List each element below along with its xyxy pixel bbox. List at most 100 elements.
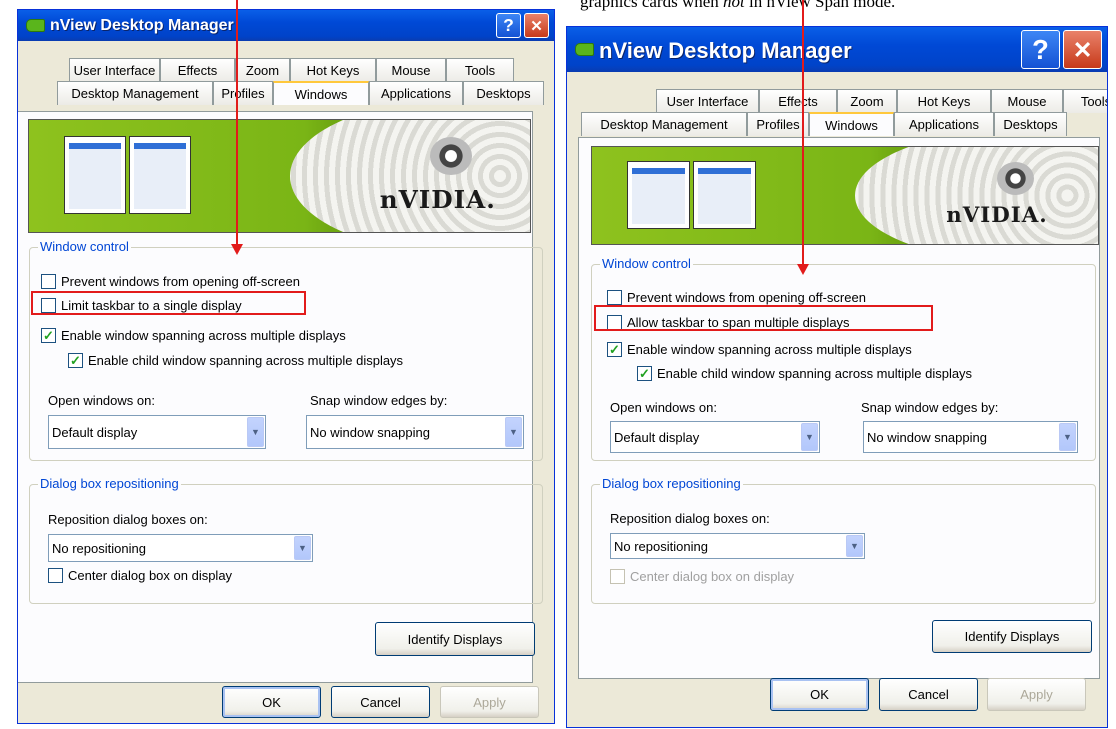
ok-button[interactable]: OK <box>222 686 321 718</box>
tab-zoom[interactable]: Zoom <box>235 58 290 82</box>
desktop-thumbnail-icon <box>693 160 756 229</box>
open-windows-on-select[interactable]: Default display ▼ <box>48 415 266 449</box>
chevron-down-icon[interactable]: ▼ <box>846 535 863 557</box>
tab-mouse[interactable]: Mouse <box>376 58 446 82</box>
swirl-graphic <box>289 120 530 232</box>
identify-displays-button[interactable]: Identify Displays <box>932 620 1092 653</box>
tab-hot-keys[interactable]: Hot Keys <box>897 89 991 113</box>
window-title: nView Desktop Manager <box>50 16 234 34</box>
snap-window-edges-select-value: No window snapping <box>310 424 430 440</box>
tab-effects[interactable]: Effects <box>160 58 235 82</box>
tab-tools[interactable]: Tools <box>1063 89 1107 113</box>
apply-button: Apply <box>987 678 1086 711</box>
swirl-graphic <box>855 147 1098 244</box>
tab-desktops[interactable]: Desktops <box>463 81 544 105</box>
tab-desktops[interactable]: Desktops <box>994 112 1067 136</box>
tab-applications[interactable]: Applications <box>894 112 994 136</box>
center-dialog-checkbox[interactable]: Center dialog box on display <box>48 568 232 583</box>
tab-row: User Interface Effects Zoom Hot Keys Mouse To… <box>656 89 1107 113</box>
tab-windows[interactable]: Windows <box>809 112 894 136</box>
checkbox-icon[interactable] <box>48 568 63 583</box>
tab-effects[interactable]: Effects <box>759 89 837 113</box>
snap-window-edges-label: Snap window edges by: <box>310 393 448 408</box>
right-annotation-arrow <box>797 264 809 275</box>
prevent-offscreen-checkbox[interactable]: Prevent windows from opening off-screen <box>41 274 300 289</box>
tab-row: Desktop Management Profiles Windows Applica… <box>57 81 544 105</box>
snap-window-edges-select[interactable]: No window snapping ▼ <box>306 415 524 449</box>
nvidia-banner: nVIDIA. <box>591 146 1099 245</box>
dialog-repositioning-group-legend: Dialog box repositioning <box>600 476 743 491</box>
chevron-down-icon[interactable]: ▼ <box>801 423 818 451</box>
snap-window-edges-select[interactable]: No window snapping ▼ <box>863 421 1078 453</box>
window-spanning-checkbox[interactable]: ✓ Enable window spanning across multiple … <box>607 342 912 357</box>
tab-user-interface[interactable]: User Interface <box>69 58 160 82</box>
open-windows-on-label: Open windows on: <box>48 393 155 408</box>
tab-mouse[interactable]: Mouse <box>991 89 1063 113</box>
center-dialog-checkbox-label: Center dialog box on display <box>630 569 795 584</box>
open-windows-on-label: Open windows on: <box>610 400 717 415</box>
help-button[interactable]: ? <box>1021 30 1060 69</box>
title-bar[interactable]: nView Desktop Manager? ✕ <box>18 10 554 41</box>
open-windows-on-select[interactable]: Default display ▼ <box>610 421 820 453</box>
checkbox-icon[interactable]: ✓ <box>607 342 622 357</box>
tab-desktop-management[interactable]: Desktop Management <box>581 112 747 136</box>
tab-row: Desktop Management Profiles Windows Applica… <box>581 112 1067 136</box>
checkbox-icon[interactable]: ✓ <box>68 353 83 368</box>
apply-button: Apply <box>440 686 539 718</box>
left-dialog-window: nView Desktop Manager? ✕ User Interface Eff… <box>17 9 555 724</box>
tab-zoom[interactable]: Zoom <box>837 89 897 113</box>
chevron-down-icon[interactable]: ▼ <box>1059 423 1076 451</box>
checkbox-icon[interactable] <box>607 290 622 305</box>
prevent-offscreen-checkbox-label: Prevent windows from opening off-screen <box>627 290 866 305</box>
checkbox-icon[interactable]: ✓ <box>637 366 652 381</box>
prevent-offscreen-checkbox[interactable]: Prevent windows from opening off-screen <box>607 290 866 305</box>
tab-hot-keys[interactable]: Hot Keys <box>290 58 376 82</box>
taskbar-option-highlight <box>31 291 306 315</box>
nview-app-icon <box>26 19 45 32</box>
dialog-repositioning-group-legend: Dialog box repositioning <box>38 476 181 491</box>
tab-row: User Interface Effects Zoom Hot Keys Mouse To… <box>69 58 514 82</box>
checkbox-icon[interactable] <box>41 274 56 289</box>
window-spanning-checkbox-label: Enable window spanning across multiple d… <box>61 328 346 343</box>
tab-user-interface[interactable]: User Interface <box>656 89 759 113</box>
chevron-down-icon[interactable]: ▼ <box>505 417 522 447</box>
child-window-spanning-checkbox[interactable]: ✓ Enable child window spanning across mul… <box>68 353 403 368</box>
reposition-dialog-label: Reposition dialog boxes on: <box>48 512 208 527</box>
window-spanning-checkbox[interactable]: ✓ Enable window spanning across multiple … <box>41 328 346 343</box>
close-button[interactable]: ✕ <box>524 13 549 38</box>
chevron-down-icon[interactable]: ▼ <box>294 536 311 560</box>
cancel-button[interactable]: Cancel <box>879 678 978 711</box>
child-window-spanning-checkbox-label: Enable child window spanning across mult… <box>88 353 404 368</box>
nvidia-eye-icon <box>429 136 473 175</box>
window-control-group-legend: Window control <box>600 256 693 271</box>
reposition-dialog-select[interactable]: No repositioning ▼ <box>610 533 865 559</box>
close-button[interactable]: ✕ <box>1063 30 1102 69</box>
window-control-group-legend: Window control <box>38 239 131 254</box>
child-window-spanning-checkbox[interactable]: ✓ Enable child window spanning across mul… <box>637 366 972 381</box>
open-windows-on-select-value: Default display <box>52 424 138 440</box>
snap-window-edges-label: Snap window edges by: <box>861 400 999 415</box>
title-bar[interactable]: nView Desktop Manager? ✕ <box>567 27 1107 72</box>
left-annotation-line <box>236 0 238 246</box>
reposition-dialog-select[interactable]: No repositioning ▼ <box>48 534 313 562</box>
nvidia-logo: nVIDIA. <box>946 203 1048 229</box>
window-spanning-checkbox-label: Enable window spanning across multiple d… <box>627 342 912 357</box>
checkbox-icon[interactable]: ✓ <box>41 328 56 343</box>
cancel-button[interactable]: Cancel <box>331 686 430 718</box>
open-windows-on-select-value: Default display <box>614 429 700 445</box>
nvidia-logo: nVIDIA. <box>379 184 496 214</box>
ok-button[interactable]: OK <box>770 678 869 711</box>
tab-profiles[interactable]: Profiles <box>747 112 809 136</box>
tab-tools[interactable]: Tools <box>446 58 514 82</box>
chevron-down-icon[interactable]: ▼ <box>247 417 264 447</box>
tab-desktop-management[interactable]: Desktop Management <box>57 81 213 105</box>
center-dialog-checkbox-label: Center dialog box on display <box>68 568 233 583</box>
reposition-dialog-label: Reposition dialog boxes on: <box>610 511 770 526</box>
tab-windows[interactable]: Windows <box>273 81 369 105</box>
nvidia-eye-icon <box>996 161 1034 195</box>
help-button[interactable]: ? <box>496 13 521 38</box>
tab-applications[interactable]: Applications <box>369 81 463 105</box>
child-window-spanning-checkbox-label: Enable child window spanning across mult… <box>657 366 973 381</box>
tab-profiles[interactable]: Profiles <box>213 81 273 105</box>
identify-displays-button[interactable]: Identify Displays <box>375 622 535 656</box>
